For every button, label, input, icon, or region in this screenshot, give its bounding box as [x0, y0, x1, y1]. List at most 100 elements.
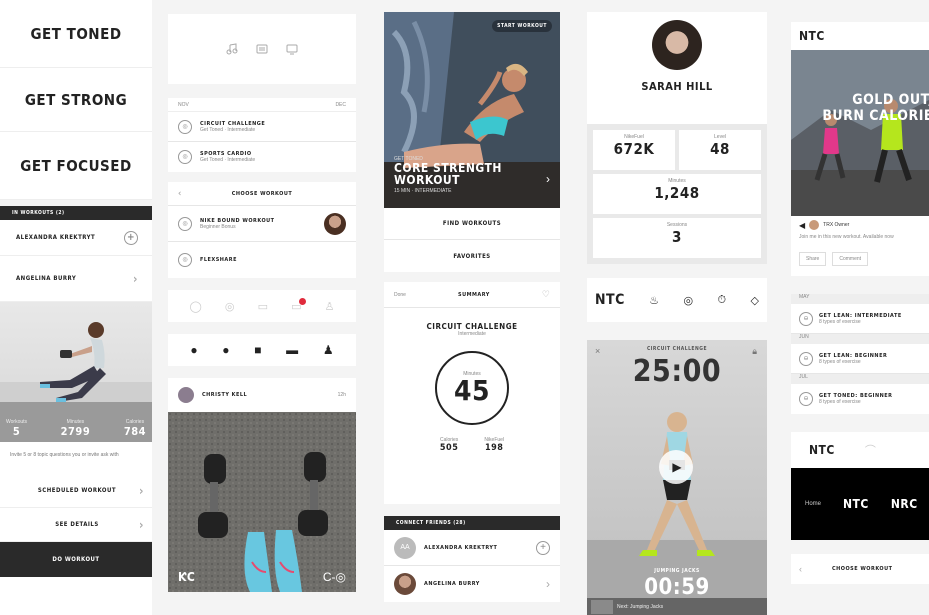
ntc-logo: NTC: [595, 292, 625, 308]
do-workout-button[interactable]: DO WORKOUT: [0, 542, 152, 577]
top-nav: NTC ♨ ◎ ⏱ ◇: [587, 278, 767, 322]
plan-item[interactable]: ⊖ GET LEAN: BEGINNER 8 types of exercise: [791, 344, 929, 374]
done-button[interactable]: Done: [394, 292, 406, 298]
add-friend-button[interactable]: +: [124, 230, 138, 245]
friend-name: ALEXANDRA KREKTRYT: [16, 234, 96, 241]
exercise-name: JUMPING JACKS: [654, 568, 700, 574]
find-workouts-link[interactable]: FIND WORKOUTS: [384, 208, 560, 240]
goals-screen: GET TONED GET STRONG GET FOCUSED IN WORK…: [0, 0, 152, 615]
stat-calories: Calories 505: [439, 437, 459, 453]
app-design-collage: GET TONED GET STRONG GET FOCUSED IN WORK…: [0, 0, 929, 615]
calendar-icon[interactable]: ■: [254, 343, 261, 357]
feed-post: Christy Kell 12h: [168, 378, 356, 592]
clock-icon[interactable]: ◎: [225, 300, 235, 313]
target-icon[interactable]: ◎: [684, 294, 694, 307]
play-button[interactable]: ▶: [659, 450, 693, 484]
plan-item[interactable]: ⊖ GET TONED: BEGINNER 8 types of exercise: [791, 384, 929, 414]
plan-list: MAY ⊖ GET LEAN: INTERMEDIATE 8 types of e…: [791, 294, 929, 414]
stat-minutes: Minutes 2799: [60, 419, 91, 438]
menu-label: SCHEDULED WORKOUT: [37, 487, 117, 494]
menu-label: SEE DETAILS: [55, 521, 99, 528]
stat-workouts: Workouts 5: [6, 419, 28, 438]
home-icon[interactable]: ◯: [190, 300, 202, 313]
calendar-icon[interactable]: ▭: [258, 300, 268, 313]
tab-bar-light: ◯ ◎ ▭ ▭ ♙: [168, 290, 356, 322]
flame-icon[interactable]: ♨: [649, 294, 659, 307]
favorites-link[interactable]: FAVORITES: [384, 240, 560, 272]
friend-row[interactable]: AA ALEXANDRA KREKTRYT +: [384, 530, 560, 566]
profile-icon[interactable]: ♟: [323, 343, 334, 357]
menu-row[interactable]: SCHEDULED WORKOUT ›: [0, 474, 152, 508]
dark-menu: Home NTC NRC: [791, 468, 929, 540]
back-icon[interactable]: ‹: [799, 564, 802, 574]
start-workout-badge[interactable]: START WORKOUT: [492, 20, 552, 32]
goal-option-toned[interactable]: GET TONED: [0, 0, 152, 68]
inbox-icon[interactable]: ▭: [291, 297, 306, 313]
friend-row[interactable]: ANGELINA BURRY ›: [0, 256, 152, 302]
menu-row[interactable]: SEE DETAILS ›: [0, 508, 152, 542]
tab-bar-dark: ● ● ■ ▬ ♟: [168, 334, 356, 366]
stat-level: Level 48: [679, 130, 761, 170]
friend-row[interactable]: ALEXANDRA KREKTRYT +: [0, 220, 152, 256]
chevron-right-icon: ›: [546, 577, 550, 591]
chevron-right-icon[interactable]: ›: [546, 172, 550, 186]
play-icon: ▶: [672, 460, 682, 474]
connect-header: CONNECT FRIENDS (28): [384, 516, 560, 530]
close-icon[interactable]: ×: [595, 346, 600, 356]
screen-icon[interactable]: [286, 43, 298, 55]
profile-name: SARAH HILL: [641, 80, 713, 93]
summary-stats: Calories 505 NikeFuel 198: [384, 437, 560, 453]
timer-label: CIRCUIT CHALLENGE: [646, 346, 708, 352]
next-exercise-bar[interactable]: Next: Jumping Jacks: [587, 598, 767, 615]
schedule-item[interactable]: ◎ CIRCUIT CHALLENGE Get Toned · Intermed…: [168, 112, 356, 142]
activity-feed: NTC GOLD OUT, BURN CALORIE ◀ TRX Owner J…: [791, 0, 929, 615]
add-friend-button[interactable]: +: [536, 540, 550, 555]
plan-icon: ⊖: [799, 351, 813, 366]
timer-screen: CIRCUIT CHALLENGE 25:00 🔒︎ × ▶ JUMPING J…: [587, 340, 767, 615]
share-buttons: Share Comment: [791, 248, 929, 276]
goal-option-strong[interactable]: GET STRONG: [0, 68, 152, 132]
choose-item[interactable]: ◎ FLEXSHARE: [168, 242, 356, 278]
hero-image: START WORKOUT GET TONED CORE STRENGTH WO…: [384, 12, 560, 208]
section-label: JUL: [791, 374, 929, 384]
timer-icon[interactable]: ⏱: [718, 294, 727, 307]
section-label: MAY: [791, 294, 929, 304]
bottom-header: ‹ CHOOSE WORKOUT: [791, 554, 929, 584]
nike-swoosh-icon: ⌒: [864, 445, 876, 457]
workout-icon: ◎: [178, 216, 192, 231]
share-button[interactable]: Share: [799, 252, 827, 266]
friend-row[interactable]: ANGELINA BURRY ›: [384, 566, 560, 602]
notification-badge: [298, 297, 306, 305]
stat-fuel: NikeFuel 672K: [593, 130, 675, 170]
menu-home[interactable]: Home: [805, 501, 821, 507]
menu-ntc[interactable]: NTC: [843, 497, 869, 511]
lock-icon[interactable]: 🔒︎: [752, 346, 757, 357]
heart-icon[interactable]: ♡: [542, 289, 550, 300]
list-icon[interactable]: [256, 43, 268, 55]
hero-title: GET TONED CORE STRENGTH WORKOUT 15 MIN ·…: [394, 156, 502, 194]
links: FIND WORKOUTS FAVORITES: [384, 208, 560, 272]
inbox-icon[interactable]: ▬: [286, 343, 298, 357]
schedule-item[interactable]: ◎ SPORTS CARDIO Get Toned · Intermediate: [168, 142, 356, 172]
menu-nrc[interactable]: NRC: [891, 497, 918, 511]
logo-bar: NTC ⌒: [791, 432, 929, 468]
schedule-screen: NOV DEC ◎ CIRCUIT CHALLENGE Get Toned · I…: [168, 0, 356, 615]
profile-icon[interactable]: ♙: [325, 300, 335, 313]
comment-button[interactable]: Comment: [832, 252, 869, 266]
challenge-subtitle: Intermediate: [458, 331, 486, 337]
back-icon[interactable]: ‹: [178, 189, 182, 199]
clock-icon[interactable]: ●: [222, 343, 229, 357]
choose-header: ‹ CHOOSE WORKOUT: [168, 182, 356, 206]
plan-item[interactable]: ⊖ GET LEAN: INTERMEDIATE 8 types of exerc…: [791, 304, 929, 334]
goal-option-focused[interactable]: GET FOCUSED: [0, 132, 152, 200]
home-icon[interactable]: ●: [190, 343, 197, 357]
music-icon[interactable]: [226, 43, 238, 55]
avatar: AA: [394, 536, 416, 559]
day-badge: ◎: [178, 119, 192, 134]
chevron-right-icon: ›: [139, 483, 144, 498]
stat-fuel: NikeFuel 198: [484, 437, 505, 453]
choose-item[interactable]: ◎ NIKE BOUND WORKOUT Beginner Bonus: [168, 206, 356, 242]
diamond-icon[interactable]: ◇: [751, 294, 759, 307]
summary-card: Done SUMMARY ♡ CIRCUIT CHALLENGE Interme…: [384, 282, 560, 504]
note-text: Invite 5 or 8 topic questions you or inv…: [10, 452, 119, 458]
